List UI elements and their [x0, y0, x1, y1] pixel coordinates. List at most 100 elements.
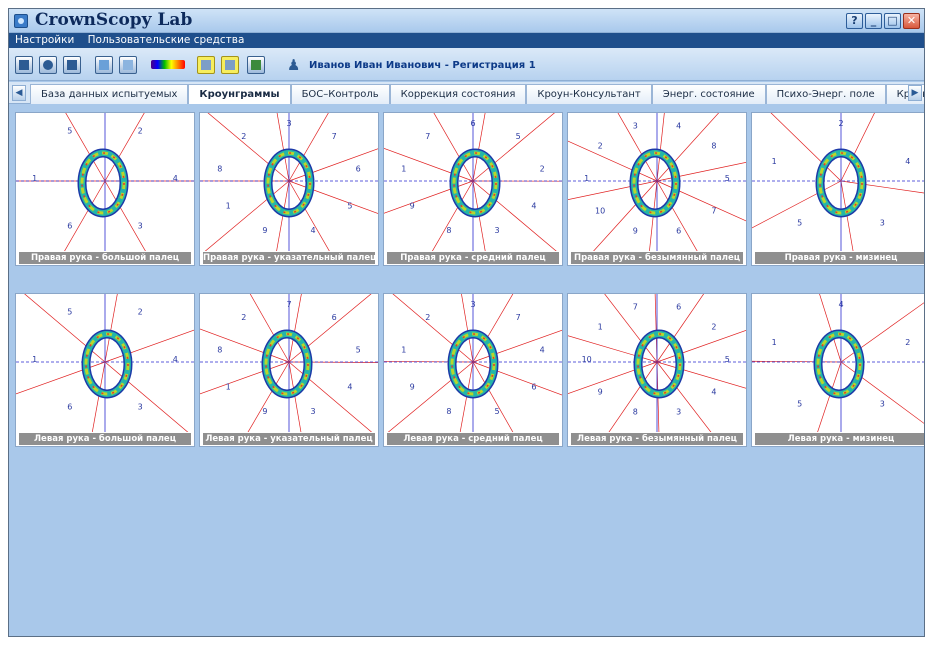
- tab-4[interactable]: Кроун-Консультант: [526, 84, 652, 104]
- crowngram-image: 8 9 1 2 3 7 4 6 5: [384, 294, 562, 432]
- floppy-icon[interactable]: [63, 56, 81, 74]
- crowngram-panel[interactable]: 5 1 4 2 3 Левая рука - мизинец: [751, 293, 924, 447]
- sector-line: [392, 294, 474, 363]
- network-icon[interactable]: [247, 56, 265, 74]
- sector-label: 6: [332, 313, 337, 322]
- zoom-icon[interactable]: [197, 56, 215, 74]
- sector-line: [65, 113, 106, 182]
- crowngram-panel[interactable]: 8 9 1 2 3 7 4 6 5 Левая рука - средний палец: [383, 293, 563, 447]
- sector-label: 2: [241, 313, 246, 322]
- sector-label: 2: [241, 132, 246, 141]
- folder-icon[interactable]: [15, 56, 33, 74]
- sector-label: 8: [217, 164, 222, 173]
- tab-0[interactable]: База данных испытуемых: [30, 84, 189, 104]
- sector-label: 1: [401, 164, 406, 173]
- tab-5[interactable]: Энерг. состояние: [651, 84, 766, 104]
- sector-line: [840, 113, 875, 182]
- tab-6[interactable]: Психо-Энерг. поле: [765, 84, 886, 104]
- tab-scroll-right-icon[interactable]: ▶: [908, 85, 922, 101]
- spectrum-icon[interactable]: [151, 60, 185, 69]
- crowngram-panel[interactable]: 6 1 5 2 4 3 Правая рука - большой палец: [15, 112, 195, 266]
- minimize-button[interactable]: _: [865, 13, 882, 29]
- sector-label: 3: [138, 403, 143, 412]
- sector-label: 8: [446, 407, 451, 416]
- sector-line: [656, 113, 720, 182]
- crowngram-panel[interactable]: 8 9 1 7 6 5 2 4 3 Правая рука - средний палец: [383, 112, 563, 266]
- menu-bar: Настройки Пользовательские средства: [9, 33, 924, 48]
- sector-label: 2: [711, 323, 716, 332]
- sector-label: 3: [880, 400, 885, 409]
- toolbar: ♟ Иванов Иван Иванович - Регистрация 1: [9, 48, 924, 81]
- sector-label: 4: [173, 174, 178, 183]
- preview-icon[interactable]: [95, 56, 113, 74]
- sector-label: 7: [332, 132, 337, 141]
- import-icon[interactable]: [119, 56, 137, 74]
- tab-3[interactable]: Коррекция состояния: [389, 84, 527, 104]
- sector-label: 5: [516, 132, 521, 141]
- tab-2[interactable]: БОС–Контроль: [290, 84, 390, 104]
- menu-item-settings[interactable]: Настройки: [15, 33, 74, 48]
- sector-line: [472, 113, 555, 182]
- sector-line: [617, 113, 658, 182]
- crowngram-image: 8 9 10 1 7 6 2 5 4 3: [568, 294, 746, 432]
- sector-label: 9: [410, 202, 415, 211]
- panel-caption: Правая рука - средний палец: [387, 252, 559, 264]
- sector-label: 6: [470, 119, 475, 128]
- sector-label: 8: [217, 345, 222, 354]
- sector-line: [472, 361, 514, 432]
- sector-label: 2: [905, 338, 910, 347]
- sector-line: [593, 180, 658, 251]
- menu-item-user-tools[interactable]: Пользовательские средства: [88, 33, 245, 48]
- sector-label: 1: [598, 323, 603, 332]
- crowngram-grid: 6 1 5 2 4 3 Правая рука - большой палец 9 1 8 2 3 7 6…: [9, 105, 924, 636]
- crowngram-image: 9 1 8 2 7 6 5 4 3: [200, 294, 378, 432]
- sector-label: 5: [494, 407, 499, 416]
- sector-label: 5: [797, 219, 802, 228]
- sector-line: [433, 113, 474, 182]
- panel-caption: Правая рука - указательный палец: [203, 252, 375, 264]
- crowngram-panel[interactable]: 9 1 8 2 7 6 5 4 3 Левая рука - указательный палец: [199, 293, 379, 447]
- panel-caption: Левая рука - большой палец: [19, 433, 191, 445]
- sector-line: [200, 361, 290, 395]
- sector-label: 2: [425, 313, 430, 322]
- help-button[interactable]: ?: [846, 13, 863, 29]
- sector-label: 3: [470, 300, 475, 309]
- current-user: Иванов Иван Иванович - Регистрация 1: [309, 60, 536, 71]
- crowngram-panel[interactable]: 9 1 8 2 3 7 6 5 4 Правая рука - указательный пале…: [199, 112, 379, 266]
- tab-1[interactable]: Кроунграммы: [188, 84, 291, 104]
- window-controls: ? _ □ ✕: [846, 13, 920, 29]
- crowngram-image: 9 1 8 2 3 7 6 5 4: [200, 113, 378, 251]
- sector-label: 2: [838, 119, 843, 128]
- sector-label: 2: [598, 142, 603, 151]
- sector-label: 1: [32, 174, 37, 183]
- sector-label: 5: [725, 174, 730, 183]
- sector-line: [104, 361, 189, 432]
- sector-line: [654, 294, 658, 363]
- maximize-button[interactable]: □: [884, 13, 901, 29]
- sector-label: 9: [633, 226, 638, 235]
- sector-label: 7: [633, 303, 638, 312]
- camera-icon[interactable]: [39, 56, 57, 74]
- sector-label: 5: [797, 400, 802, 409]
- sector-line: [840, 180, 924, 194]
- sector-label: 7: [425, 132, 430, 141]
- sector-label: 7: [516, 313, 521, 322]
- tab-scroll-left-icon[interactable]: ◀: [12, 85, 26, 101]
- crowngram-image: 6 1 5 2 4 3: [16, 294, 194, 432]
- fit-icon[interactable]: [221, 56, 239, 74]
- panel-caption: Правая рука - большой палец: [19, 252, 191, 264]
- crowngram-image: 8 9 1 7 6 5 2 4 3: [384, 113, 562, 251]
- sector-label: 4: [711, 387, 716, 396]
- sector-label: 3: [880, 219, 885, 228]
- sector-line: [840, 361, 924, 424]
- crowngram-panel[interactable]: 6 1 5 2 4 3 Левая рука - большой палец: [15, 293, 195, 447]
- sector-line: [104, 113, 145, 182]
- crowngram-panel[interactable]: 9 10 1 2 3 4 8 5 7 6 Правая рука - безымянный пале…: [567, 112, 747, 266]
- title-bar[interactable]: CrownScopy Lab ? _ □ ✕: [9, 9, 924, 33]
- crowngram-panel[interactable]: 5 1 2 4 3 Правая рука - мизинец: [751, 112, 924, 266]
- sector-label: 3: [676, 407, 681, 416]
- crowngram-panel[interactable]: 8 9 10 1 7 6 2 5 4 3 Левая рука - безымянный палец: [567, 293, 747, 447]
- app-logo-icon: [14, 14, 28, 28]
- close-button[interactable]: ✕: [903, 13, 920, 29]
- sector-label: 10: [582, 355, 592, 364]
